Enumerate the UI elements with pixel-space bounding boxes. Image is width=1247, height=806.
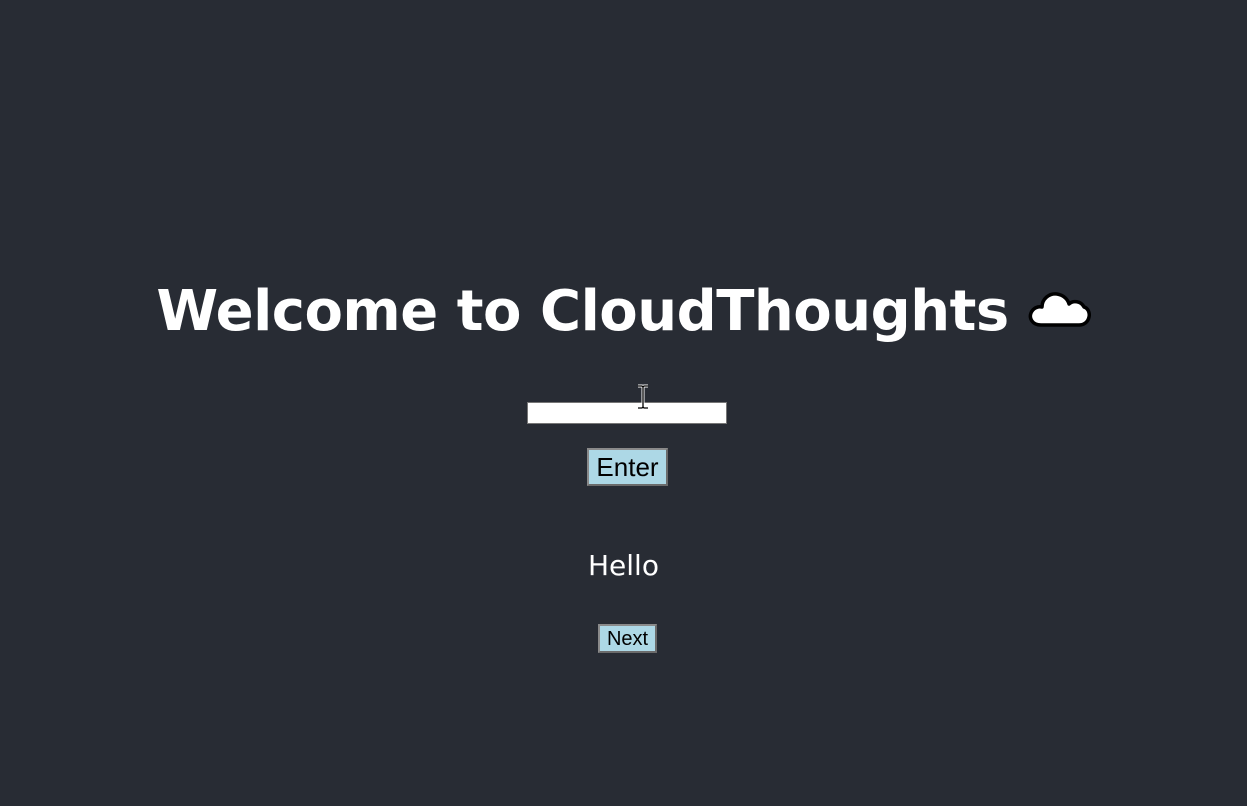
enter-button[interactable]: Enter: [587, 448, 668, 486]
next-button[interactable]: Next: [598, 624, 657, 653]
page-title-text: Welcome to CloudThoughts: [156, 279, 1009, 344]
output-message: Hello: [588, 549, 659, 582]
page-title: Welcome to CloudThoughts: [0, 278, 1247, 349]
thought-input[interactable]: [527, 402, 727, 424]
cloud-icon: [1027, 277, 1091, 345]
